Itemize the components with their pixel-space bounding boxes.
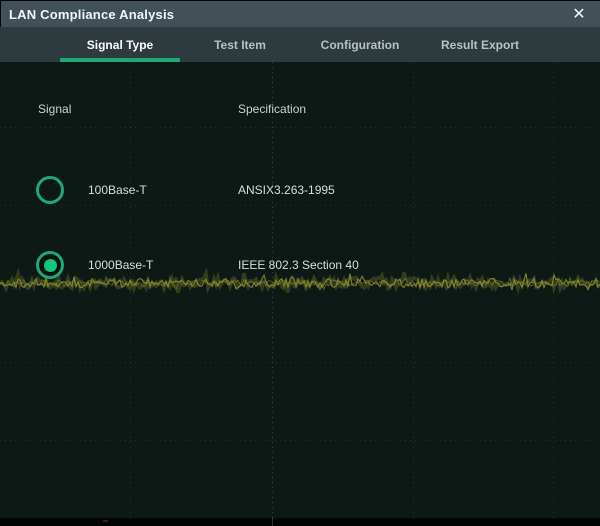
center-tick — [272, 518, 273, 526]
graticule-hline — [0, 205, 600, 206]
specification-label: IEEE 802.3 Section 40 — [238, 258, 359, 272]
signal-label[interactable]: 100Base-T — [88, 183, 147, 197]
tab-bar: Signal Type Test Item Configuration Resu… — [0, 27, 600, 62]
specification-label: ANSIX3.263-1995 — [238, 183, 335, 197]
tab-label: Result Export — [441, 38, 519, 52]
waveform-display-area: Signal Specification 100Base-T ANSIX3.26… — [0, 62, 600, 518]
tab-configuration[interactable]: Configuration — [300, 27, 420, 62]
signal-label[interactable]: 1000Base-T — [88, 258, 153, 272]
tab-strip: Signal Type Test Item Configuration Resu… — [60, 27, 540, 62]
tab-result-export[interactable]: Result Export — [420, 27, 540, 62]
dialog-title: LAN Compliance Analysis — [9, 7, 174, 22]
graticule-hline — [0, 127, 600, 128]
close-icon[interactable]: ✕ — [566, 1, 592, 27]
tab-label: Configuration — [321, 38, 400, 52]
radio-100base-t[interactable] — [36, 176, 64, 204]
lan-compliance-dialog: LAN Compliance Analysis ✕ Signal Type Te… — [0, 0, 600, 526]
trigger-level-tick — [103, 520, 108, 522]
graticule-hline — [0, 362, 600, 363]
tab-label: Test Item — [214, 38, 266, 52]
waveform-trace — [0, 268, 600, 298]
column-header-signal: Signal — [38, 103, 71, 115]
column-header-specification: Specification — [238, 103, 306, 115]
bottom-strip — [0, 518, 600, 526]
graticule-hline — [0, 440, 600, 441]
radio-1000base-t[interactable] — [36, 251, 64, 279]
tab-label: Signal Type — [87, 38, 153, 52]
tab-test-item[interactable]: Test Item — [180, 27, 300, 62]
dialog-titlebar: LAN Compliance Analysis ✕ — [1, 1, 600, 27]
tab-signal-type[interactable]: Signal Type — [60, 27, 180, 62]
